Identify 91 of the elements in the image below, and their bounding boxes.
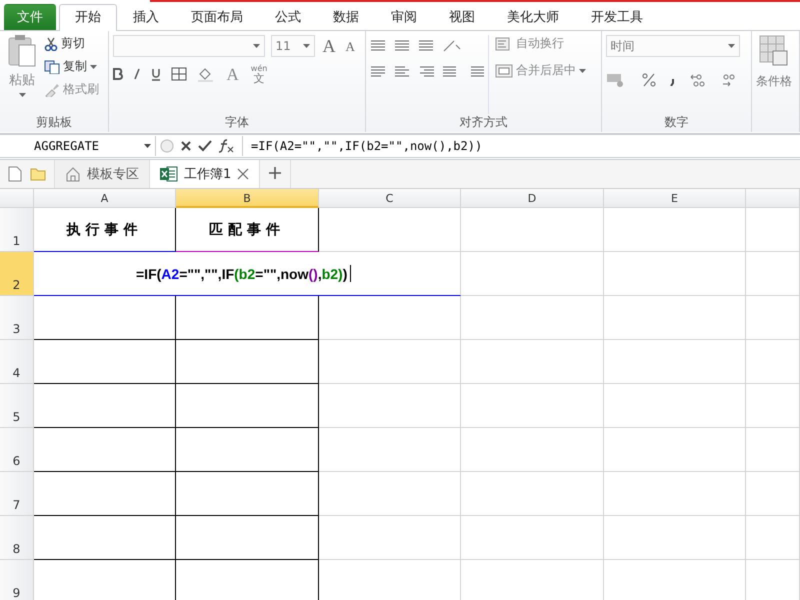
column-header[interactable]: E [604,189,746,208]
underline-icon[interactable] [150,68,160,80]
ribbon-tab[interactable]: 插入 [117,4,175,30]
caret-icon [144,144,151,148]
spreadsheet-icon [160,166,178,182]
align-left-icon[interactable] [370,65,386,79]
table-cell [746,384,800,428]
document-tab[interactable]: 模板专区 [55,160,150,188]
cut-button[interactable]: 剪切 [44,35,99,52]
caret-icon [302,44,310,48]
decrease-indent-icon[interactable] [442,65,456,79]
merge-icon [495,62,514,78]
caret-icon [579,68,586,72]
align-top-icon[interactable] [370,39,386,53]
group-title: 剪贴板 [34,114,73,131]
cancel-icon[interactable] [180,140,192,152]
ribbon-tab[interactable]: 公式 [259,4,317,30]
table-cell [746,296,800,340]
caret-icon [90,64,97,68]
row-header[interactable]: 7 [0,472,34,516]
copy-button[interactable]: 复制 [44,58,99,75]
table-header-cell: 执行事件 [34,208,176,252]
phonetic-button[interactable]: wén 文 [250,64,268,84]
column-header[interactable]: C [319,189,461,208]
wrap-text-button[interactable]: 自动换行 [495,35,586,52]
table-cell [746,208,800,252]
align-bottom-icon[interactable] [418,39,434,53]
italic-icon[interactable] [132,68,140,80]
shrink-font-button[interactable]: A [344,40,357,52]
increase-decimal-icon[interactable] [690,73,706,87]
plus-icon [268,166,282,180]
ribbon-tab[interactable]: 开发工具 [575,4,659,30]
fill-color-icon[interactable] [196,66,214,82]
increase-indent-icon[interactable] [470,65,484,79]
row-header[interactable]: 9 [0,560,34,600]
caret-icon [18,93,26,97]
cell-editor[interactable]: =IF(A2="","",IF(b2="",now(),b2)) [34,252,461,296]
group-title: 数字 [663,114,690,131]
align-middle-icon[interactable] [394,39,410,53]
number-format-field[interactable]: 时间 [606,35,740,57]
row-header[interactable]: 8 [0,516,34,560]
function-icon[interactable] [218,139,234,153]
table-cell [746,472,800,516]
table-cell [746,340,800,384]
ribbon-tab[interactable]: 数据 [317,4,375,30]
ribbon-tab[interactable]: 视图 [433,4,491,30]
font-size-field[interactable]: 11 [270,35,314,57]
column-header[interactable]: B [176,189,319,208]
brush-icon [44,82,60,96]
bold-icon[interactable] [112,68,122,80]
ribbon-tab[interactable]: 文件 [4,4,56,30]
caret-icon [728,44,735,48]
align-right-icon[interactable] [418,65,434,79]
orientation-icon[interactable] [442,39,462,53]
home-icon [65,166,81,182]
copy-icon [44,60,60,74]
close-icon[interactable] [237,168,250,180]
group-title: 对齐方式 [458,114,508,131]
table-cell [746,516,800,560]
row-header[interactable]: 4 [0,340,34,384]
borders-icon[interactable] [170,67,186,81]
row-header[interactable]: 2 [0,252,34,296]
table-header-cell: 匹配事件 [176,208,319,252]
ribbon-tab[interactable]: 美化大师 [491,4,575,30]
row-header[interactable]: 1 [0,208,34,252]
conditional-format-button[interactable]: 条件格 [756,35,792,132]
row-header[interactable]: 6 [0,428,34,472]
align-center-icon[interactable] [394,65,410,79]
ribbon-tab[interactable]: 审阅 [375,4,433,30]
group-title: 字体 [224,114,250,131]
ribbon-tab[interactable]: 页面布局 [175,4,259,30]
toggle-icon[interactable] [160,138,174,154]
grow-font-button[interactable]: A [320,37,338,55]
column-header[interactable]: D [461,189,604,208]
document-tab[interactable]: 工作簿1 [150,160,260,188]
ribbon-tab[interactable]: 开始 [59,4,117,31]
percent-icon[interactable] [642,73,656,87]
name-box[interactable]: AGGREGATE [0,136,156,156]
formula-field[interactable]: =IF(A2="","",IF(b2="",now(),b2)) [243,139,482,153]
scissors-icon [44,36,58,50]
new-document-icon[interactable] [8,166,22,182]
table-cell [746,252,800,296]
clipboard-icon [8,35,36,67]
row-header[interactable]: 3 [0,296,34,340]
row-header[interactable]: 5 [0,384,34,428]
column-header[interactable]: A [34,189,176,208]
table-grid-icon [758,35,789,67]
check-icon[interactable] [198,140,212,152]
table-cell [746,428,800,472]
font-name-field[interactable] [112,35,264,57]
caret-icon [252,44,260,48]
